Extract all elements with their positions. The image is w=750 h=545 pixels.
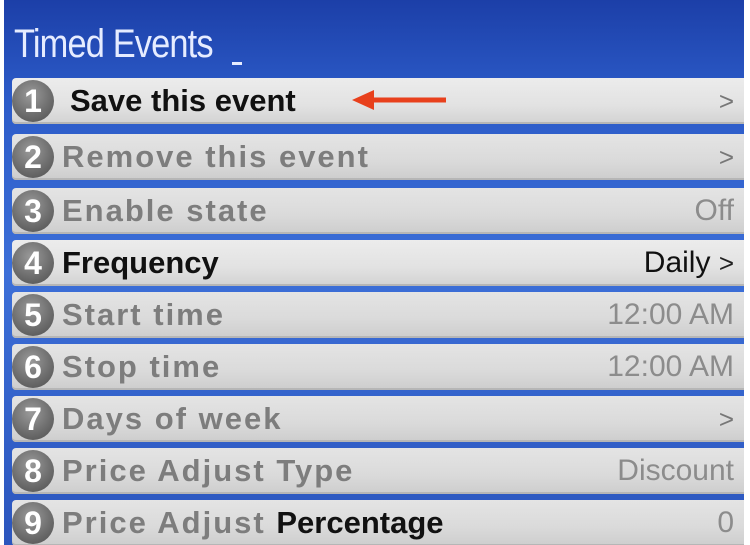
menu-item-remove-event[interactable]: 2 Remove this event >: [12, 134, 744, 180]
chevron-right-icon: >: [718, 86, 734, 116]
number-badge: 4: [12, 242, 54, 284]
menu-item-label: Remove this event: [62, 139, 370, 174]
menu-item-label: Stop time: [62, 349, 222, 384]
menu-item-days-of-week[interactable]: 7 Days of week >: [12, 396, 744, 442]
menu-item-value: 0: [717, 506, 734, 539]
menu-item-label: Price Adjust Type: [62, 453, 355, 488]
chevron-right-icon: >: [718, 404, 734, 434]
menu-item-label: Start time: [62, 297, 225, 332]
menu-item-label: Days of week: [62, 401, 283, 436]
number-badge: 3: [12, 190, 54, 232]
number-badge: 9: [12, 502, 54, 544]
menu-item-price-adjust-percentage[interactable]: 9 Price Adjust Percentage 0: [12, 500, 744, 545]
menu-item-value: Discount: [617, 454, 734, 487]
menu-item-start-time[interactable]: 5 Start time 12:00 AM: [12, 292, 744, 338]
number-badge: 8: [12, 450, 54, 492]
menu-item-value: Daily: [643, 246, 711, 279]
menu-item-stop-time[interactable]: 6 Stop time 12:00 AM: [12, 344, 744, 390]
chevron-right-icon: >: [718, 142, 734, 172]
menu-item-label-part1: Price Adjust: [62, 505, 266, 540]
number-badge: 6: [12, 346, 54, 388]
menu-item-price-adjust-type[interactable]: 8 Price Adjust Type Discount: [12, 448, 744, 494]
number-badge: 2: [12, 136, 54, 178]
timed-events-screen: Timed Events 1 Save this event > 2 Remov…: [4, 0, 744, 545]
menu-item-label-part2: Percentage: [276, 505, 444, 540]
text-cursor: [232, 62, 242, 65]
chevron-right-icon: >: [718, 248, 734, 278]
menu-item-frequency[interactable]: 4 Frequency Daily >: [12, 240, 744, 286]
number-badge: 7: [12, 398, 54, 440]
menu-item-label: Enable state: [62, 193, 269, 228]
menu-item-value: 12:00 AM: [607, 298, 734, 331]
menu-item-value: Off: [694, 194, 734, 227]
menu-item-label: Frequency: [62, 245, 219, 280]
page-title: Timed Events: [14, 22, 214, 66]
number-badge: 1: [12, 80, 54, 122]
menu-item-label: Price Adjust Percentage: [62, 500, 444, 545]
menu-item-label: Save this event: [70, 83, 296, 118]
arrow-left-icon: [352, 90, 446, 110]
menu-item-enable-state[interactable]: 3 Enable state Off: [12, 188, 744, 234]
menu-item-value: 12:00 AM: [607, 350, 734, 383]
number-badge: 5: [12, 294, 54, 336]
